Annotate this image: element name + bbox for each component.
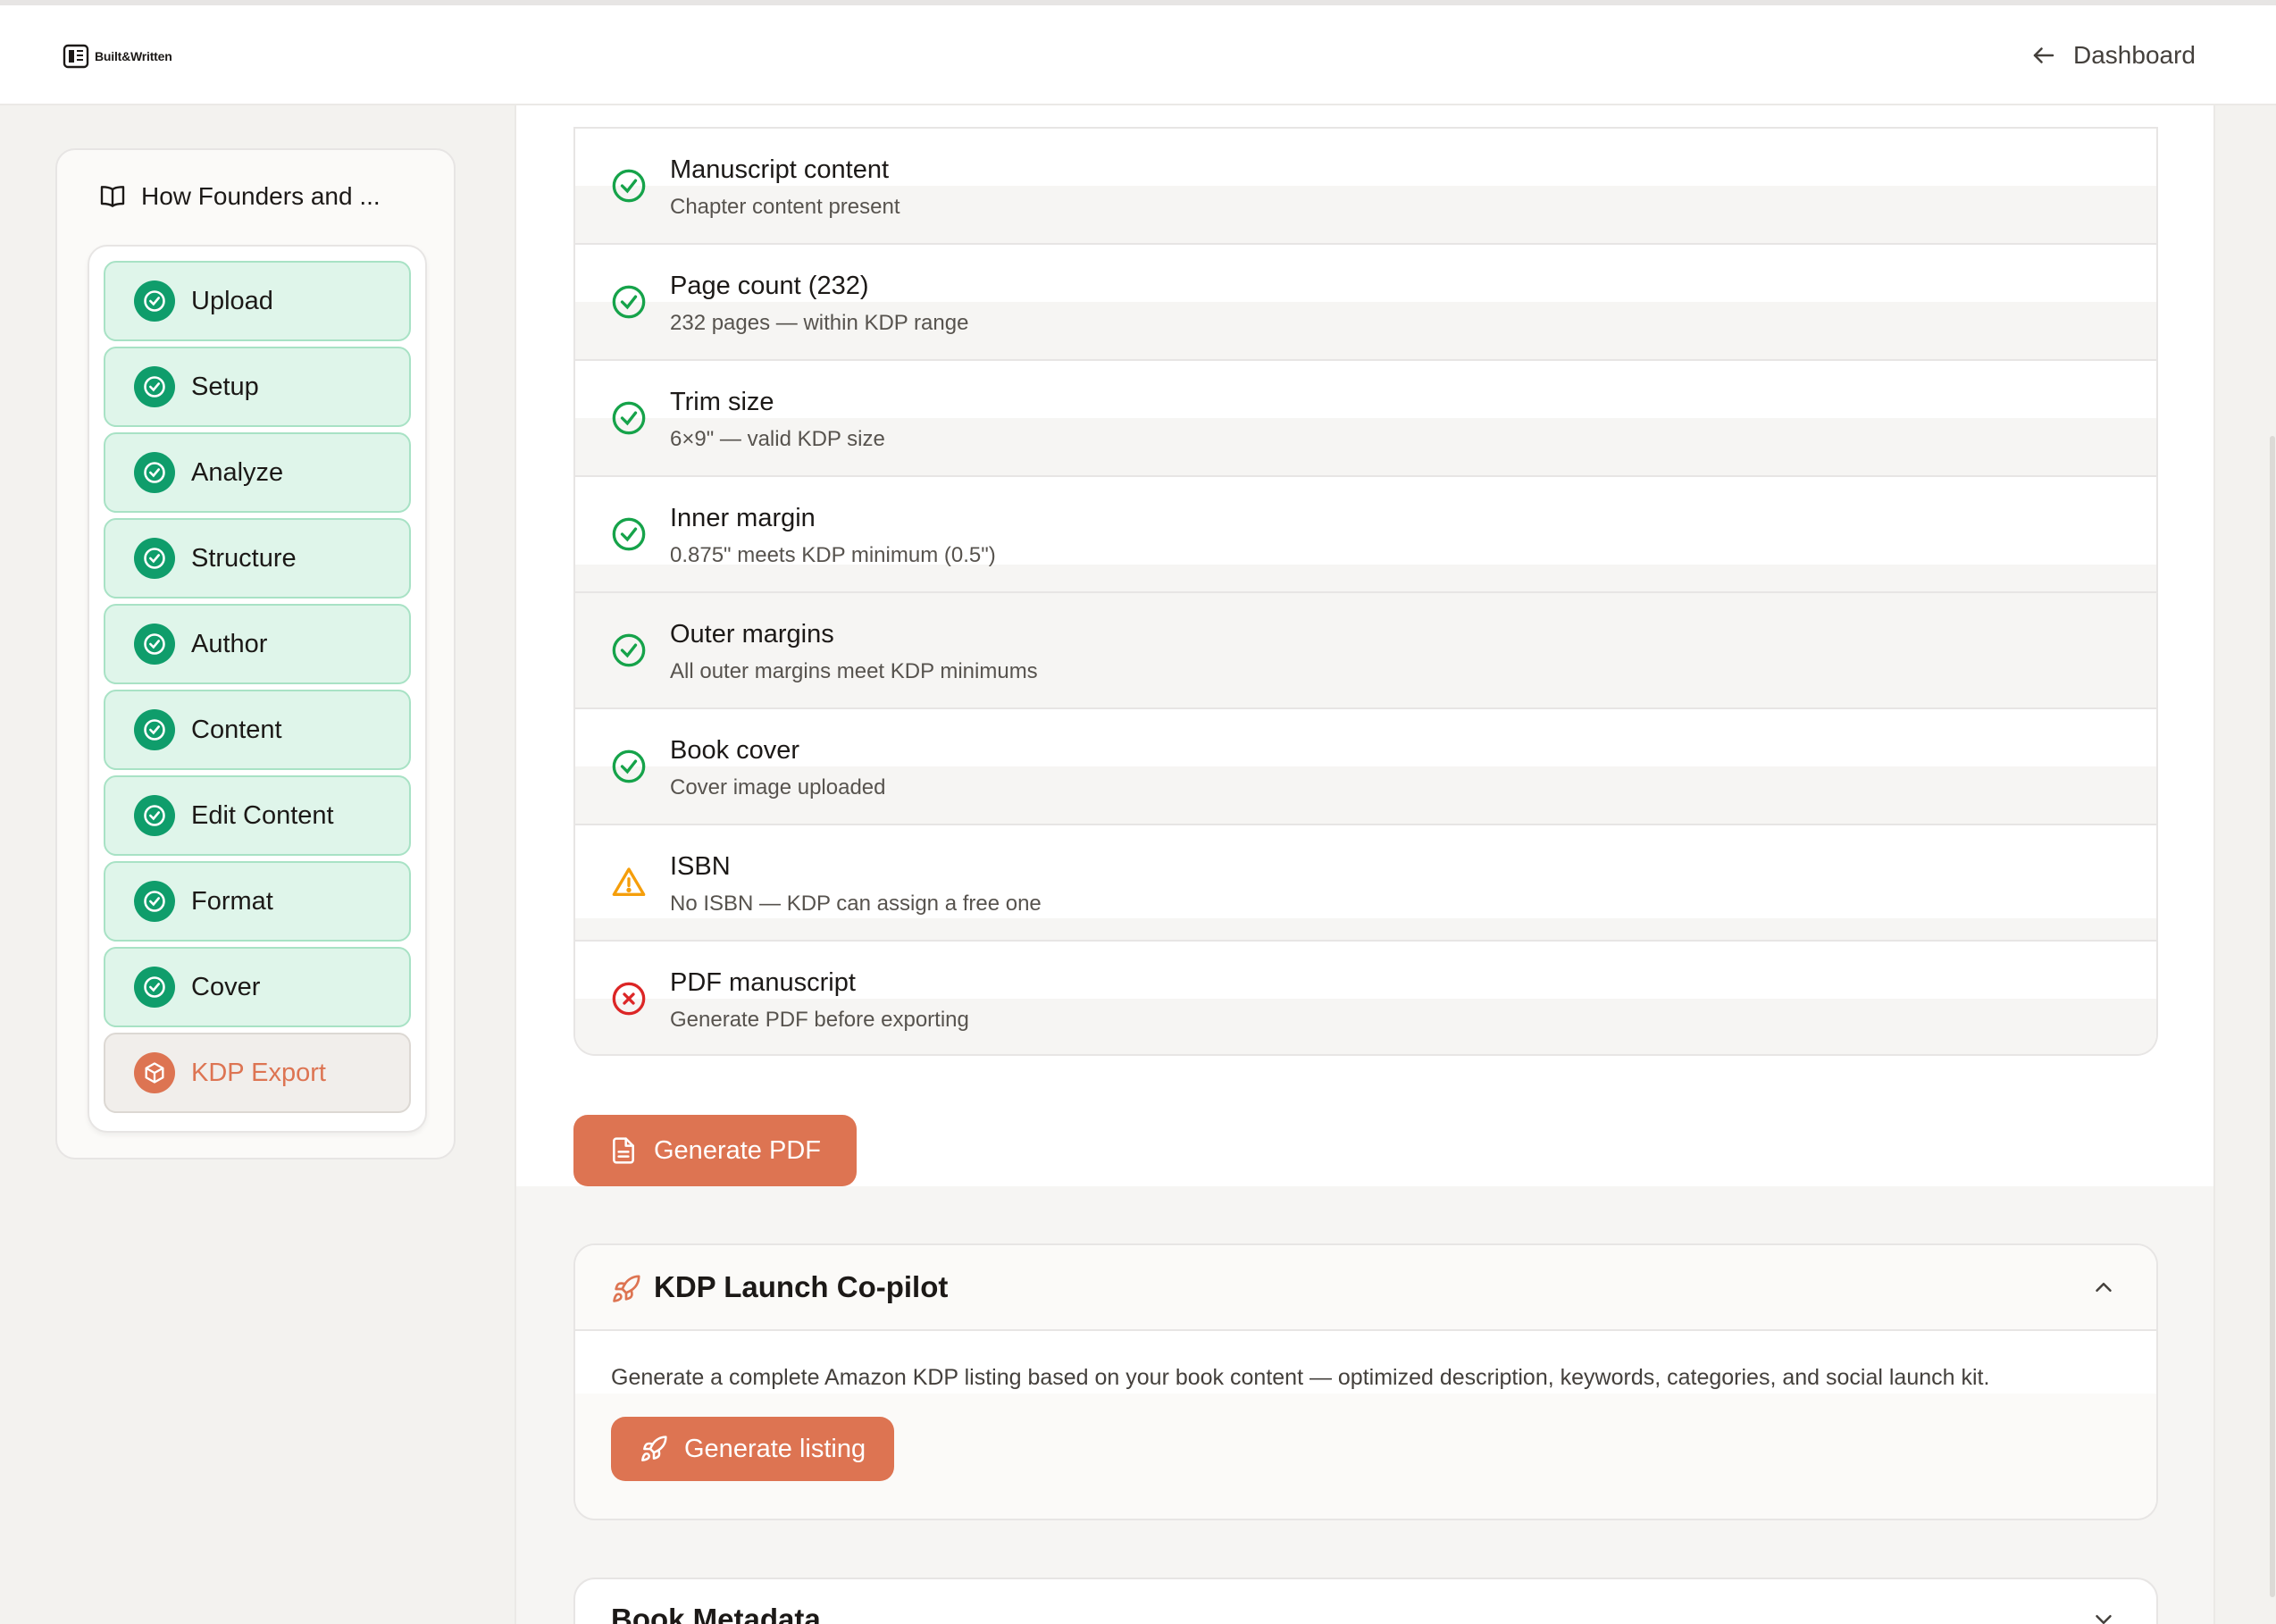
- check-row-pdf-manuscript: PDF manuscript Generate PDF before expor…: [575, 940, 2156, 1054]
- check-title: Outer margins: [670, 620, 834, 649]
- step-format[interactable]: Format: [104, 861, 411, 942]
- generate-pdf-label: Generate PDF: [654, 1135, 821, 1165]
- chevron-up-icon[interactable]: [2090, 1274, 2117, 1301]
- step-kdp-export[interactable]: KDP Export: [104, 1033, 411, 1113]
- check-title: PDF manuscript: [670, 968, 856, 997]
- open-book-icon: [100, 186, 125, 207]
- step-list: Upload Setup Analyze Structure Author Co…: [88, 245, 427, 1133]
- step-author[interactable]: Author: [104, 604, 411, 684]
- check-detail: 0.875" meets KDP minimum (0.5"): [670, 543, 996, 567]
- kdp-copilot-card: KDP Launch Co-pilot Generate a complete …: [573, 1243, 2158, 1520]
- check-circle-icon: [612, 749, 646, 783]
- step-label: KDP Export: [191, 1058, 326, 1087]
- check-circle-icon: [134, 967, 175, 1008]
- book-metadata-card[interactable]: Book Metadata: [573, 1578, 2158, 1624]
- check-title: Manuscript content: [670, 155, 890, 184]
- check-row-trim-size: Trim size 6×9" — valid KDP size: [575, 359, 2156, 475]
- check-title: ISBN: [670, 852, 731, 881]
- check-detail: All outer margins meet KDP minimums: [670, 659, 1038, 683]
- check-title: Book cover: [670, 736, 800, 765]
- step-edit-content[interactable]: Edit Content: [104, 775, 411, 856]
- check-title: Trim size: [670, 388, 774, 416]
- project-title-text: How Founders and ...: [141, 182, 381, 210]
- check-circle-icon: [134, 452, 175, 493]
- project-title[interactable]: How Founders and ...: [98, 182, 381, 211]
- step-setup[interactable]: Setup: [104, 347, 411, 427]
- brand-name: Built&Written: [95, 49, 172, 63]
- check-title: Page count (232): [670, 272, 869, 300]
- copilot-description: Generate a complete Amazon KDP listing b…: [611, 1365, 1990, 1390]
- step-label: Cover: [191, 972, 261, 1001]
- step-label: Edit Content: [191, 800, 334, 830]
- check-circle-icon: [134, 795, 175, 836]
- check-detail: 232 pages — within KDP range: [670, 311, 969, 335]
- check-row-isbn: ISBN No ISBN — KDP can assign a free one: [575, 824, 2156, 940]
- warning-triangle-icon: [612, 867, 646, 896]
- brand-logo[interactable]: Built&Written: [63, 43, 172, 70]
- check-circle-icon: [134, 538, 175, 579]
- rocket-icon: [641, 1436, 667, 1461]
- step-label: Author: [191, 629, 268, 658]
- step-content[interactable]: Content: [104, 690, 411, 770]
- step-label: Upload: [191, 286, 273, 315]
- step-label: Content: [191, 715, 282, 744]
- step-label: Format: [191, 886, 273, 916]
- generate-pdf-button[interactable]: Generate PDF: [573, 1115, 857, 1186]
- step-label: Structure: [191, 543, 297, 573]
- check-row-page-count: Page count (232) 232 pages — within KDP …: [575, 243, 2156, 359]
- dashboard-link[interactable]: Dashboard: [2030, 41, 2196, 70]
- dashboard-label: Dashboard: [2073, 41, 2196, 69]
- check-detail: Generate PDF before exporting: [670, 1008, 969, 1032]
- check-circle-icon: [134, 709, 175, 750]
- check-row-inner-margin: Inner margin 0.875" meets KDP minimum (0…: [575, 475, 2156, 591]
- check-circle-icon: [612, 517, 646, 551]
- page-scrollbar[interactable]: [2269, 105, 2276, 1624]
- sidebar: How Founders and ... Upload Setup Analyz…: [55, 148, 456, 1159]
- rocket-icon: [613, 1275, 640, 1302]
- file-text-icon: [613, 1137, 634, 1164]
- check-circle-icon: [134, 624, 175, 665]
- main-panel: Manuscript content Chapter content prese…: [515, 105, 2215, 1624]
- check-row-outer-margins: Outer margins All outer margins meet KDP…: [575, 591, 2156, 707]
- book-logo-icon: [63, 44, 89, 69]
- copilot-title: KDP Launch Co-pilot: [654, 1270, 949, 1303]
- step-cover[interactable]: Cover: [104, 947, 411, 1027]
- check-circle-icon: [612, 285, 646, 319]
- generate-listing-label: Generate listing: [684, 1434, 866, 1463]
- check-circle-icon: [612, 401, 646, 435]
- package-icon: [134, 1052, 175, 1093]
- check-row-book-cover: Book cover Cover image uploaded: [575, 707, 2156, 824]
- check-detail: No ISBN — KDP can assign a free one: [670, 892, 1042, 916]
- kdp-checklist: Manuscript content Chapter content prese…: [573, 127, 2158, 1056]
- step-structure[interactable]: Structure: [104, 518, 411, 599]
- check-circle-icon: [134, 881, 175, 922]
- check-row-manuscript-content: Manuscript content Chapter content prese…: [575, 127, 2156, 243]
- check-circle-icon: [134, 280, 175, 322]
- x-circle-icon: [612, 982, 646, 1016]
- step-analyze[interactable]: Analyze: [104, 432, 411, 513]
- check-title: Inner margin: [670, 504, 816, 532]
- top-bar: Built&Written Dashboard: [0, 0, 2276, 105]
- check-circle-icon: [612, 169, 646, 203]
- copilot-header[interactable]: KDP Launch Co-pilot: [575, 1245, 2156, 1331]
- step-label: Analyze: [191, 457, 284, 487]
- check-detail: 6×9" — valid KDP size: [670, 427, 885, 451]
- generate-listing-button[interactable]: Generate listing: [611, 1417, 895, 1481]
- step-label: Setup: [191, 372, 259, 401]
- arrow-left-icon: [2033, 47, 2054, 63]
- check-circle-icon: [612, 633, 646, 667]
- metadata-title: Book Metadata: [611, 1603, 821, 1624]
- chevron-down-icon[interactable]: [2090, 1606, 2117, 1624]
- check-detail: Cover image uploaded: [670, 775, 886, 799]
- step-upload[interactable]: Upload: [104, 261, 411, 341]
- check-detail: Chapter content present: [670, 195, 900, 219]
- check-circle-icon: [134, 366, 175, 407]
